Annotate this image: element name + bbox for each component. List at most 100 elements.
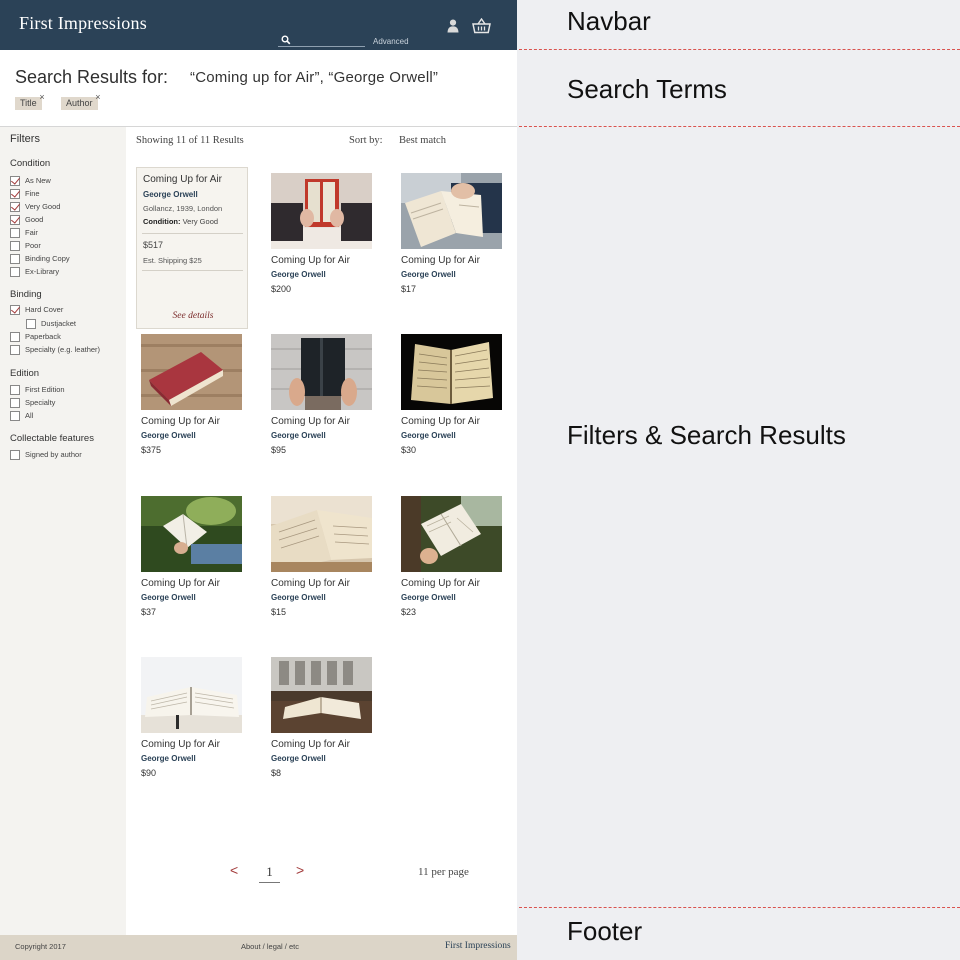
checkbox[interactable]	[10, 253, 20, 264]
checkbox[interactable]	[10, 188, 20, 199]
book-author[interactable]: George Orwell	[271, 593, 326, 602]
book-author[interactable]: George Orwell	[141, 593, 196, 602]
checkbox[interactable]	[10, 227, 20, 238]
chip-author[interactable]: Author ×	[61, 93, 101, 110]
footer-brand[interactable]: First Impressions	[445, 941, 511, 951]
filter-ex-library[interactable]: Ex-Library	[10, 266, 59, 277]
checkbox[interactable]	[10, 175, 20, 186]
filter-hard-cover[interactable]: Hard Cover	[10, 304, 63, 315]
annotation-divider	[519, 126, 960, 127]
book-title[interactable]: Coming Up for Air	[143, 174, 222, 185]
book-author[interactable]: George Orwell	[271, 754, 326, 763]
search-input[interactable]	[294, 34, 362, 45]
previous-page-button[interactable]: <	[230, 862, 238, 878]
book-title[interactable]: Coming Up for Air	[401, 416, 480, 427]
book-author[interactable]: George Orwell	[143, 190, 198, 199]
book-title[interactable]: Coming Up for Air	[141, 416, 220, 427]
per-page-selector[interactable]: 11 per page	[418, 866, 469, 878]
brand-logo[interactable]: First Impressions	[19, 13, 147, 34]
book-title[interactable]: Coming Up for Air	[401, 255, 480, 266]
checkbox[interactable]	[26, 318, 36, 329]
book-title[interactable]: Coming Up for Air	[271, 255, 350, 266]
book-price: $15	[271, 607, 287, 617]
filter-label: All	[25, 411, 34, 420]
filter-signed-by-author[interactable]: Signed by author	[10, 449, 82, 460]
filter-dustjacket[interactable]: Dustjacket	[26, 318, 76, 329]
filter-fair[interactable]: Fair	[10, 227, 38, 238]
user-icon[interactable]	[447, 19, 459, 33]
sort-label: Sort by:	[349, 135, 383, 146]
book-photo[interactable]	[271, 334, 372, 410]
book-title[interactable]: Coming Up for Air	[401, 578, 480, 589]
search-results-heading: Search Results for:	[15, 67, 169, 87]
checkbox[interactable]	[10, 304, 20, 315]
search-field[interactable]	[278, 34, 365, 47]
annotation-search-terms: Search Terms	[567, 74, 727, 104]
book-title[interactable]: Coming Up for Air	[271, 416, 350, 427]
book-title[interactable]: Coming Up for Air	[271, 578, 350, 589]
checkbox[interactable]	[10, 344, 20, 355]
book-title[interactable]: Coming Up for Air	[141, 578, 220, 589]
filter-good[interactable]: Good	[10, 214, 43, 225]
page-number[interactable]: 1	[259, 864, 280, 883]
filter-poor[interactable]: Poor	[10, 240, 41, 251]
advanced-search-link[interactable]: Advanced	[373, 37, 409, 46]
filter-label: As New	[25, 176, 51, 185]
filter-very-good[interactable]: Very Good	[10, 201, 60, 212]
book-author[interactable]: George Orwell	[271, 431, 326, 440]
footer-links[interactable]: About / legal / etc	[241, 942, 299, 951]
book-photo[interactable]	[271, 496, 372, 572]
book-photo[interactable]	[141, 334, 242, 410]
annotation-navbar: Navbar	[567, 6, 651, 36]
book-price: $375	[141, 445, 162, 455]
book-author[interactable]: George Orwell	[401, 431, 456, 440]
book-author[interactable]: George Orwell	[401, 270, 456, 279]
filter-fine[interactable]: Fine	[10, 188, 40, 199]
book-photo[interactable]	[141, 657, 242, 733]
basket-icon[interactable]	[472, 18, 491, 34]
checkbox[interactable]	[10, 397, 20, 408]
filter-as-new[interactable]: As New	[10, 175, 51, 186]
book-author[interactable]: George Orwell	[141, 754, 196, 763]
filter-specialty-edition[interactable]: Specialty	[10, 397, 55, 408]
book-publication: Gollancz, 1939, London	[143, 204, 223, 213]
filter-label: Signed by author	[25, 450, 82, 459]
checkbox[interactable]	[10, 201, 20, 212]
remove-chip-icon[interactable]: ×	[95, 93, 100, 102]
book-price: $23	[401, 607, 417, 617]
checkbox[interactable]	[10, 240, 20, 251]
book-title[interactable]: Coming Up for Air	[141, 739, 220, 750]
book-photo[interactable]	[401, 173, 502, 249]
remove-chip-icon[interactable]: ×	[39, 93, 44, 102]
checkbox[interactable]	[10, 266, 20, 277]
filter-first-edition[interactable]: First Edition	[10, 384, 65, 395]
filter-all-editions[interactable]: All	[10, 410, 33, 421]
annotation-divider	[519, 907, 960, 908]
checkbox[interactable]	[10, 410, 20, 421]
book-photo[interactable]	[401, 334, 502, 410]
sort-dropdown[interactable]: Best match	[399, 135, 446, 146]
book-photo[interactable]	[271, 657, 372, 733]
filter-label: First Edition	[25, 385, 65, 394]
book-author[interactable]: George Orwell	[141, 431, 196, 440]
checkbox[interactable]	[10, 214, 20, 225]
checkbox[interactable]	[10, 384, 20, 395]
book-author[interactable]: George Orwell	[271, 270, 326, 279]
filter-specialty-binding[interactable]: Specialty (e.g. leather)	[10, 344, 100, 355]
filter-binding-copy[interactable]: Binding Copy	[10, 253, 70, 264]
chip-title[interactable]: Title ×	[15, 93, 45, 110]
filter-paperback[interactable]: Paperback	[10, 331, 61, 342]
featured-result-card[interactable]: Coming Up for Air George Orwell Gollancz…	[136, 167, 248, 329]
search-terms-section: Search Results for: “Coming up for Air”,…	[0, 50, 517, 127]
checkbox[interactable]	[10, 331, 20, 342]
book-condition: Condition: Very Good	[143, 217, 218, 226]
next-page-button[interactable]: >	[296, 862, 304, 878]
book-photo[interactable]	[141, 496, 242, 572]
book-photo[interactable]	[271, 173, 372, 249]
checkbox[interactable]	[10, 449, 20, 460]
book-photo[interactable]	[401, 496, 502, 572]
see-details-link[interactable]: See details	[137, 311, 249, 321]
book-author[interactable]: George Orwell	[401, 593, 456, 602]
book-title[interactable]: Coming Up for Air	[271, 739, 350, 750]
filter-label: Dustjacket	[41, 319, 77, 328]
